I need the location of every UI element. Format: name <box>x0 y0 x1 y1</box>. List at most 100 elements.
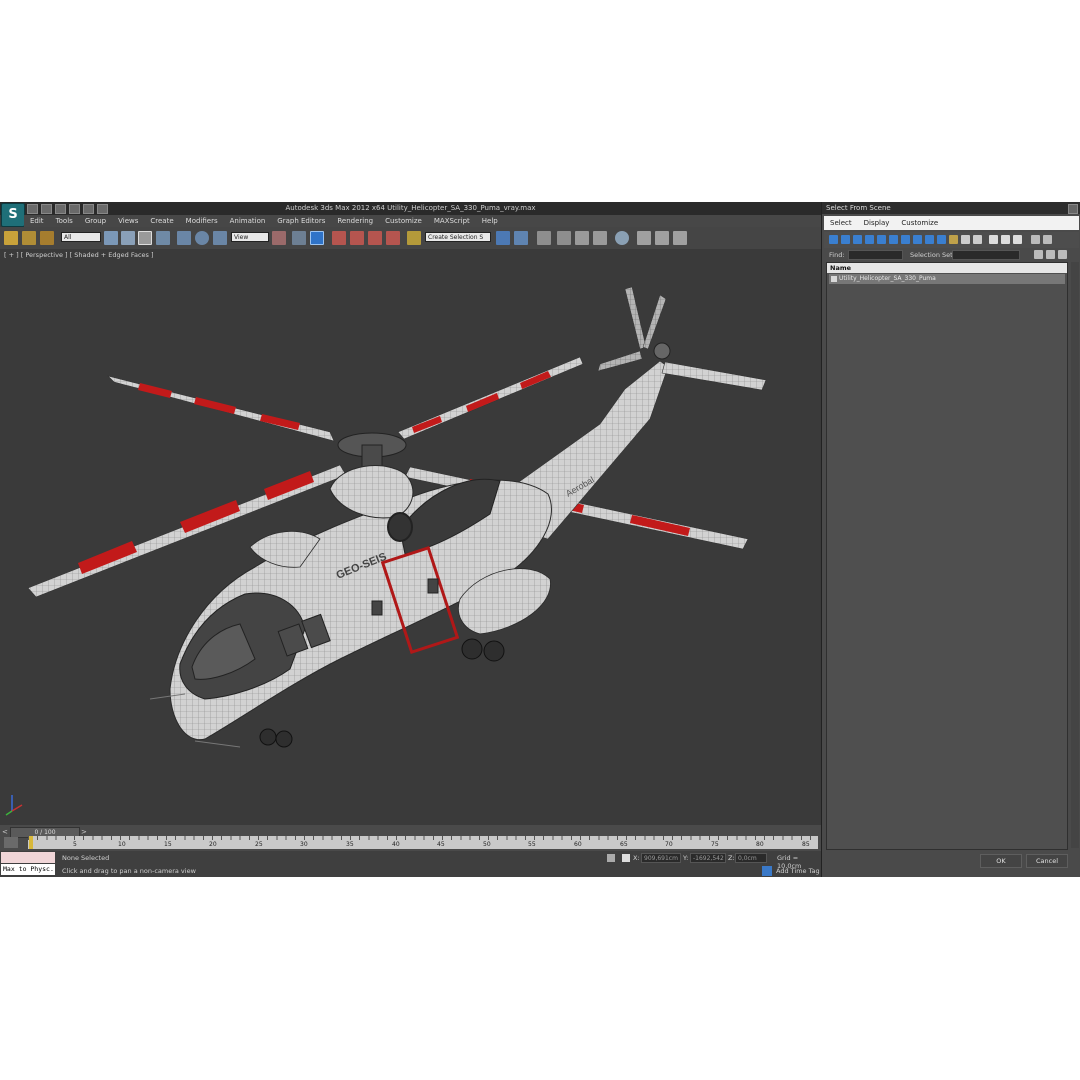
maxscript-listener-output[interactable] <box>1 852 55 863</box>
time-tag-icon[interactable] <box>762 866 772 876</box>
render-setup-icon[interactable] <box>637 231 651 245</box>
select-manipulate-icon[interactable] <box>292 231 306 245</box>
y-coord-field[interactable]: -1692,542 <box>690 853 726 863</box>
display-all-icon[interactable] <box>949 235 958 244</box>
schematic-view-icon[interactable] <box>593 231 607 245</box>
column-header-name[interactable]: Name <box>827 263 1067 273</box>
dialog-menu-display[interactable]: Display <box>858 216 896 230</box>
application-button[interactable]: S <box>1 203 25 227</box>
select-from-scene-dialog: Select From Scene Select Display Customi… <box>821 202 1080 877</box>
select-all-icon[interactable] <box>989 235 998 244</box>
maxscript-listener-input[interactable]: Max to Physc. <box>1 864 55 875</box>
keyboard-shortcut-override-icon[interactable] <box>310 231 324 245</box>
percent-snap-icon[interactable] <box>368 231 382 245</box>
selection-status: None Selected <box>62 854 110 862</box>
move-icon[interactable] <box>177 231 191 245</box>
window-crossing-icon[interactable] <box>156 231 170 245</box>
selection-lock-icon[interactable] <box>607 854 615 862</box>
display-spacewarps-icon[interactable] <box>889 235 898 244</box>
display-bones-icon[interactable] <box>925 235 934 244</box>
menu-tools[interactable]: Tools <box>50 215 79 227</box>
render-production-icon[interactable] <box>673 231 687 245</box>
curve-editor-icon[interactable] <box>575 231 589 245</box>
prompt-line: Click and drag to pan a non-camera view <box>62 867 196 875</box>
rendered-frame-window-icon[interactable] <box>655 231 669 245</box>
dialog-menu-customize[interactable]: Customize <box>895 216 944 230</box>
mirror-icon[interactable] <box>496 231 510 245</box>
unlink-icon[interactable] <box>22 231 36 245</box>
display-shapes-icon[interactable] <box>841 235 850 244</box>
ok-button[interactable]: OK <box>980 854 1022 868</box>
material-editor-icon[interactable] <box>615 231 629 245</box>
close-icon[interactable] <box>1068 204 1078 214</box>
menu-edit[interactable]: Edit <box>24 215 50 227</box>
graphite-ribbon-icon[interactable] <box>557 231 571 245</box>
select-none-icon[interactable] <box>1001 235 1010 244</box>
menu-animation[interactable]: Animation <box>224 215 272 227</box>
filter-options-icon[interactable] <box>1043 235 1052 244</box>
display-lights-icon[interactable] <box>853 235 862 244</box>
edit-named-selection-icon[interactable] <box>407 231 421 245</box>
tick-label: 30 <box>300 841 308 848</box>
select-link-icon[interactable] <box>4 231 18 245</box>
menu-create[interactable]: Create <box>144 215 179 227</box>
time-slider-next-icon[interactable]: > <box>81 828 87 836</box>
menu-maxscript[interactable]: MAXScript <box>428 215 476 227</box>
track-bar[interactable]: 5 10 15 20 25 30 35 40 45 50 55 60 65 70… <box>28 836 818 849</box>
menu-group[interactable]: Group <box>79 215 112 227</box>
list-scrollbar[interactable] <box>1071 262 1079 848</box>
select-object-icon[interactable] <box>104 231 118 245</box>
list-item[interactable]: Utility_Helicopter_SA_330_Puma <box>829 274 1065 284</box>
selection-set-edit-icon[interactable] <box>1046 250 1055 259</box>
menu-graph-editors[interactable]: Graph Editors <box>271 215 331 227</box>
track-bar-toggle-icon[interactable] <box>4 837 18 848</box>
menu-customize[interactable]: Customize <box>379 215 428 227</box>
absolute-mode-icon[interactable] <box>622 854 630 862</box>
bind-spacewarp-icon[interactable] <box>40 231 54 245</box>
menu-rendering[interactable]: Rendering <box>331 215 379 227</box>
rotate-icon[interactable] <box>195 231 209 245</box>
display-cameras-icon[interactable] <box>865 235 874 244</box>
select-invert-icon[interactable] <box>1013 235 1022 244</box>
find-input[interactable] <box>848 250 903 260</box>
scale-icon[interactable] <box>213 231 227 245</box>
find-label: Find: <box>829 251 845 259</box>
spinner-snap-icon[interactable] <box>386 231 400 245</box>
angle-snap-icon[interactable] <box>350 231 364 245</box>
perspective-viewport[interactable]: GEO-SEIS Aerobal <box>0 249 821 825</box>
select-by-name-icon[interactable] <box>121 231 135 245</box>
dialog-menu-select[interactable]: Select <box>824 216 858 230</box>
selection-set-dropdown[interactable] <box>952 250 1020 260</box>
menu-views[interactable]: Views <box>112 215 144 227</box>
rectangular-selection-icon[interactable] <box>138 231 152 245</box>
display-none-icon[interactable] <box>961 235 970 244</box>
axis-tripod <box>5 795 23 816</box>
layer-manager-icon[interactable] <box>537 231 551 245</box>
selection-filter-dropdown[interactable]: All <box>61 232 101 242</box>
display-helpers-icon[interactable] <box>877 235 886 244</box>
filter-icon[interactable] <box>1031 235 1040 244</box>
pivot-center-icon[interactable] <box>272 231 286 245</box>
align-icon[interactable] <box>514 231 528 245</box>
time-slider-prev-icon[interactable]: < <box>2 828 8 836</box>
menu-help[interactable]: Help <box>476 215 504 227</box>
menu-modifiers[interactable]: Modifiers <box>180 215 224 227</box>
tick-label: 20 <box>209 841 217 848</box>
x-coord-field[interactable]: 909,691cm <box>641 853 681 863</box>
find-row: Find: Selection Set: <box>824 248 1079 262</box>
main-toolbar: All View Create Selection S <box>0 227 821 250</box>
selection-set-remove-icon[interactable] <box>1058 250 1067 259</box>
display-xrefs-icon[interactable] <box>913 235 922 244</box>
viewport-label[interactable]: [ + ] [ Perspective ] [ Shaded + Edged F… <box>4 251 154 259</box>
display-geometry-icon[interactable] <box>829 235 838 244</box>
snaps-toggle-icon[interactable] <box>332 231 346 245</box>
display-invert-icon[interactable] <box>973 235 982 244</box>
reference-coordinate-dropdown[interactable]: View <box>231 232 269 242</box>
add-time-tag[interactable]: Add Time Tag <box>776 867 820 875</box>
z-coord-field[interactable]: 0,0cm <box>735 853 767 863</box>
selection-set-icon[interactable] <box>1034 250 1043 259</box>
display-containers-icon[interactable] <box>937 235 946 244</box>
display-groups-icon[interactable] <box>901 235 910 244</box>
named-selection-set-dropdown[interactable]: Create Selection S <box>425 232 491 242</box>
cancel-button[interactable]: Cancel <box>1026 854 1068 868</box>
